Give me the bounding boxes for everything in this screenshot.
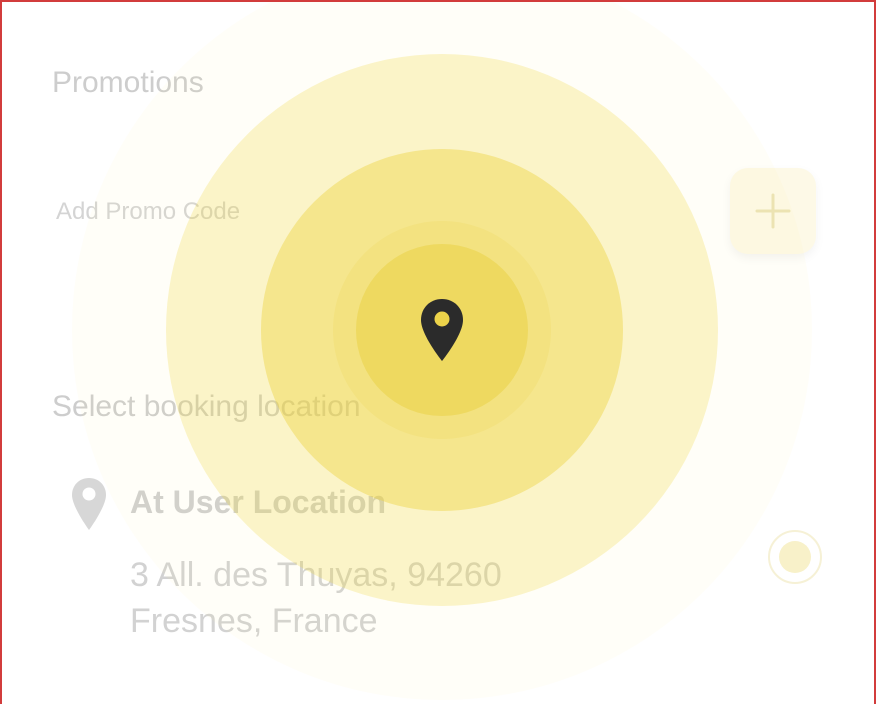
map-pin-icon (421, 299, 463, 361)
location-search-overlay (0, 0, 878, 704)
